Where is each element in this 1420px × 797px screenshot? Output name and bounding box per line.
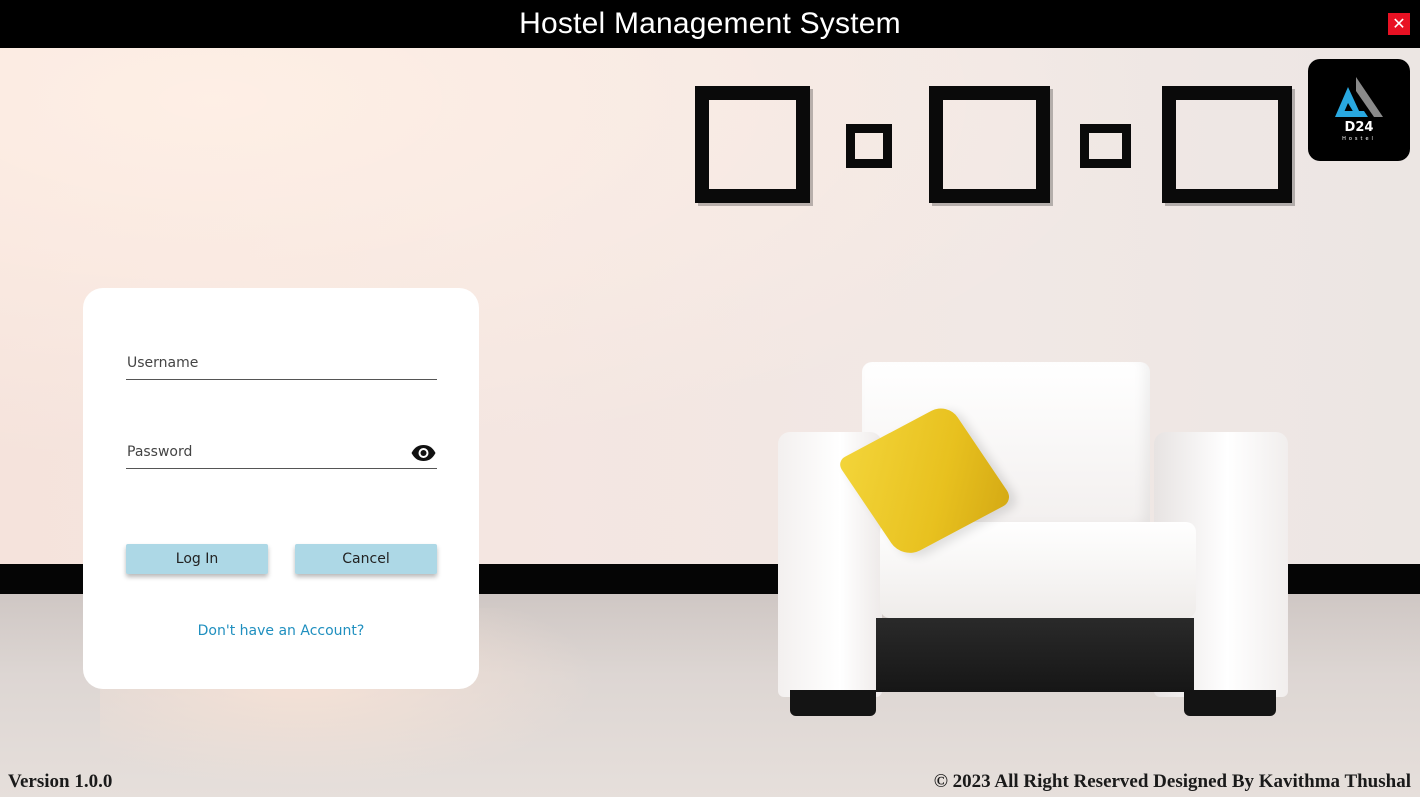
wall-frame — [695, 86, 810, 203]
app-logo: D24 Hostel — [1308, 59, 1410, 161]
logo-mark-icon — [1335, 77, 1383, 117]
cancel-button[interactable]: Cancel — [295, 544, 437, 574]
eye-icon[interactable] — [410, 444, 437, 462]
version-label: Version 1.0.0 — [8, 771, 113, 792]
armchair-image — [776, 360, 1290, 720]
close-button[interactable]: ✕ — [1388, 13, 1410, 35]
username-field — [126, 344, 437, 380]
title-bar: Hostel Management System ✕ — [0, 0, 1420, 48]
wall-frame — [929, 86, 1050, 203]
signup-link[interactable]: Don't have an Account? — [83, 623, 479, 639]
armchair-foot — [790, 690, 876, 716]
armchair-base — [876, 618, 1194, 692]
logo-text: D24 — [1344, 120, 1374, 135]
login-card: Log In Cancel Don't have an Account? — [83, 288, 479, 689]
armchair-foot — [1184, 690, 1276, 716]
wall-frame — [1080, 124, 1131, 168]
window-title: Hostel Management System — [519, 7, 901, 40]
password-field — [126, 433, 437, 469]
password-input[interactable] — [126, 440, 406, 464]
copyright-text: © 2023 All Right Reserved Designed By Ka… — [933, 771, 1411, 792]
logo-subtext: Hostel — [1342, 136, 1376, 142]
username-input[interactable] — [126, 351, 406, 375]
wall-frame — [846, 124, 892, 168]
login-button[interactable]: Log In — [126, 544, 268, 574]
wall-frame — [1162, 86, 1292, 203]
